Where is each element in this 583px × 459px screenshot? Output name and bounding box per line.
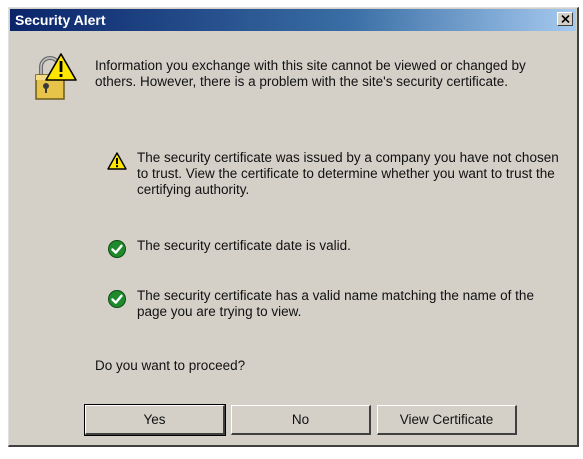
certificate-issuer-warning: The security certificate was issued by a… xyxy=(107,150,567,202)
yes-button[interactable]: Yes xyxy=(84,404,226,436)
info-message: Information you exchange with this site … xyxy=(95,58,526,89)
title-bar[interactable]: Security Alert xyxy=(10,9,576,31)
security-alert-dialog: Security Alert Information you exchange … xyxy=(8,7,579,447)
window-title: Security Alert xyxy=(15,12,106,28)
view-certificate-button[interactable]: View Certificate xyxy=(377,405,517,435)
green-check-icon xyxy=(108,290,126,308)
certificate-issuer-text: The security certificate was issued by a… xyxy=(137,150,559,197)
green-check-icon xyxy=(108,240,126,258)
certificate-date-text: The security certificate date is valid. xyxy=(137,238,351,253)
certificate-name-status: The security certificate has a valid nam… xyxy=(107,288,567,324)
close-icon xyxy=(561,15,570,23)
warning-triangle-icon xyxy=(107,152,127,170)
lock-warning-icon xyxy=(35,53,77,100)
certificate-date-status: The security certificate date is valid. xyxy=(107,238,567,258)
certificate-name-text: The security certificate has a valid nam… xyxy=(137,288,534,319)
close-button[interactable] xyxy=(557,12,573,26)
no-button[interactable]: No xyxy=(231,405,371,435)
proceed-question: Do you want to proceed? xyxy=(95,358,246,373)
